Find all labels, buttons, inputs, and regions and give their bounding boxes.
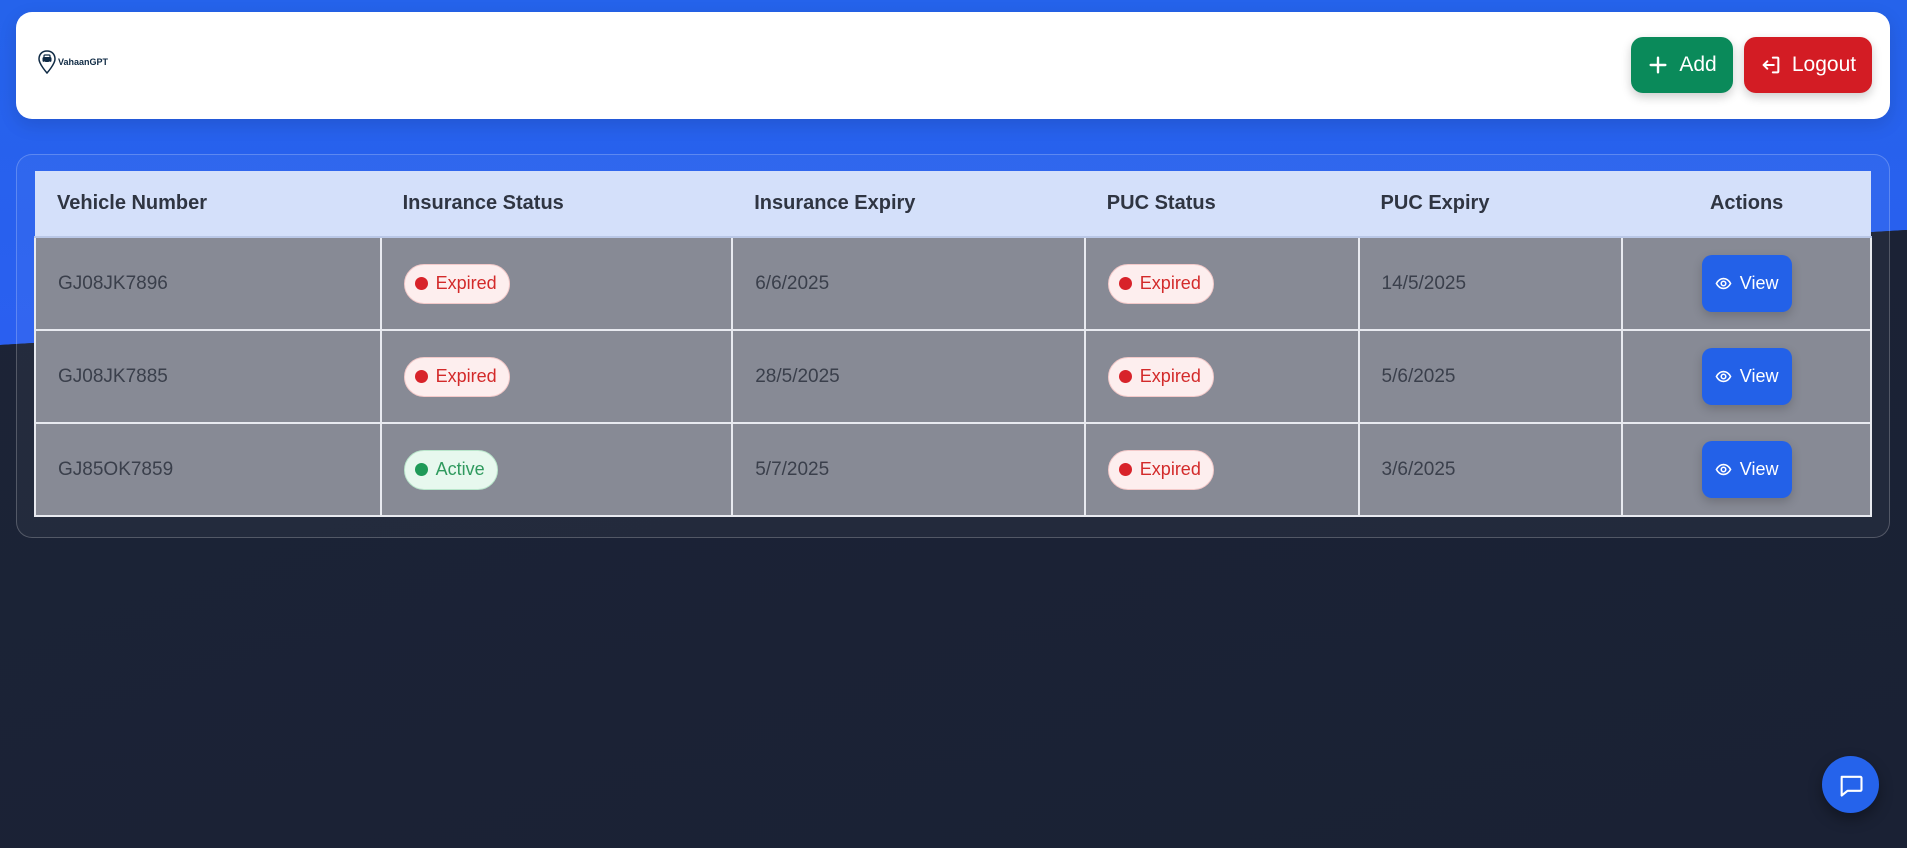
status-badge: Expired xyxy=(403,263,510,304)
actions-cell: View xyxy=(1621,236,1872,331)
view-button-label: View xyxy=(1739,459,1779,479)
puc-status-cell: Expired xyxy=(1083,422,1360,517)
puc-status-cell: Expired xyxy=(1083,329,1360,424)
vehicle-number-cell: GJ85OK7859 xyxy=(34,422,382,517)
status-dot-icon xyxy=(1118,370,1132,383)
status-badge-label: Expired xyxy=(1139,459,1201,479)
insurance-expiry-cell: 5/7/2025 xyxy=(731,422,1086,517)
status-badge-label: Expired xyxy=(1139,273,1201,293)
status-badge-label: Expired xyxy=(1139,366,1201,386)
vehicle-number-cell: GJ08JK7896 xyxy=(34,236,382,331)
status-badge: Active xyxy=(403,449,498,490)
puc-expiry-cell: 3/6/2025 xyxy=(1357,422,1624,517)
brand-logo[interactable]: VahaanGPT xyxy=(38,50,108,74)
actions-cell: View xyxy=(1621,422,1872,517)
insurance-status-cell: Active xyxy=(379,422,734,517)
chat-bubble-icon xyxy=(1840,775,1863,797)
view-button-label: View xyxy=(1739,366,1779,386)
status-dot-icon xyxy=(414,370,428,383)
status-dot-icon xyxy=(1118,463,1132,476)
car-location-pin-icon xyxy=(38,50,56,74)
insurance-status-cell: Expired xyxy=(379,236,734,331)
status-dot-icon xyxy=(1118,277,1132,290)
insurance-expiry-cell: 28/5/2025 xyxy=(731,329,1086,424)
vehicle-number-cell: GJ08JK7885 xyxy=(34,329,382,424)
eye-icon xyxy=(1715,463,1732,476)
eye-icon xyxy=(1715,277,1732,290)
column-header-actions: Actions xyxy=(1622,171,1871,238)
status-badge: Expired xyxy=(1107,356,1214,397)
add-button-label: Add xyxy=(1679,53,1717,76)
view-button[interactable]: View xyxy=(1701,255,1792,312)
logout-button[interactable]: Logout xyxy=(1744,37,1872,93)
column-header-vehicle-number: Vehicle Number xyxy=(35,171,381,238)
column-header-puc-status: PUC Status xyxy=(1084,171,1359,238)
status-dot-icon xyxy=(414,463,428,476)
plus-icon xyxy=(1649,56,1667,74)
puc-status-cell: Expired xyxy=(1083,236,1360,331)
view-button[interactable]: View xyxy=(1701,348,1792,405)
top-header: VahaanGPT Add Logout xyxy=(16,12,1890,119)
insurance-expiry-cell: 6/6/2025 xyxy=(731,236,1086,331)
table-row: GJ08JK7896 Expired 6/6/2025 Expired 14/5… xyxy=(34,236,1872,331)
insurance-status-cell: Expired xyxy=(379,329,734,424)
status-badge-label: Expired xyxy=(435,366,497,386)
puc-expiry-cell: 14/5/2025 xyxy=(1357,236,1624,331)
actions-cell: View xyxy=(1621,329,1872,424)
table-header-row: Vehicle Number Insurance Status Insuranc… xyxy=(35,171,1871,238)
column-header-insurance-status: Insurance Status xyxy=(380,171,733,238)
brand-name: VahaanGPT xyxy=(58,57,109,67)
chat-button[interactable] xyxy=(1822,756,1879,813)
status-badge: Expired xyxy=(1107,263,1214,304)
status-badge-label: Active xyxy=(435,459,485,479)
status-badge: Expired xyxy=(403,356,510,397)
status-badge: Expired xyxy=(1107,449,1214,490)
puc-expiry-cell: 5/6/2025 xyxy=(1357,329,1624,424)
status-dot-icon xyxy=(414,277,428,290)
view-button-label: View xyxy=(1739,273,1779,293)
logout-icon xyxy=(1762,56,1780,74)
column-header-puc-expiry: PUC Expiry xyxy=(1358,171,1623,238)
eye-icon xyxy=(1715,370,1732,383)
vehicle-table: Vehicle Number Insurance Status Insuranc… xyxy=(34,171,1872,517)
table-row: GJ85OK7859 Active 5/7/2025 Expired 3/6/2… xyxy=(34,422,1872,517)
table-row: GJ08JK7885 Expired 28/5/2025 Expired 5/6… xyxy=(34,329,1872,424)
status-badge-label: Expired xyxy=(435,273,497,293)
view-button[interactable]: View xyxy=(1701,441,1792,498)
logout-button-label: Logout xyxy=(1791,53,1857,76)
add-button[interactable]: Add xyxy=(1631,37,1733,93)
column-header-insurance-expiry: Insurance Expiry xyxy=(732,171,1085,238)
